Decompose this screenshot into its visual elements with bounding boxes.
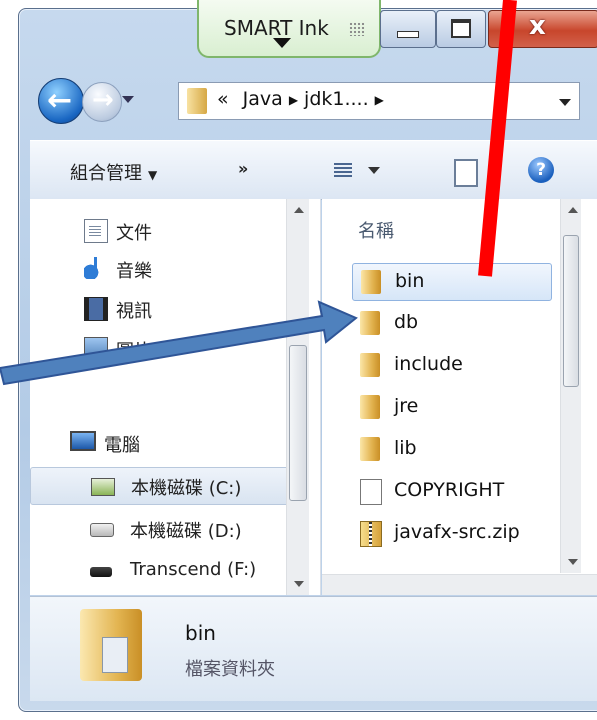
red-pointer-line — [478, 0, 517, 277]
blue-arrow — [0, 300, 358, 386]
annotation-overlay — [0, 0, 517, 386]
